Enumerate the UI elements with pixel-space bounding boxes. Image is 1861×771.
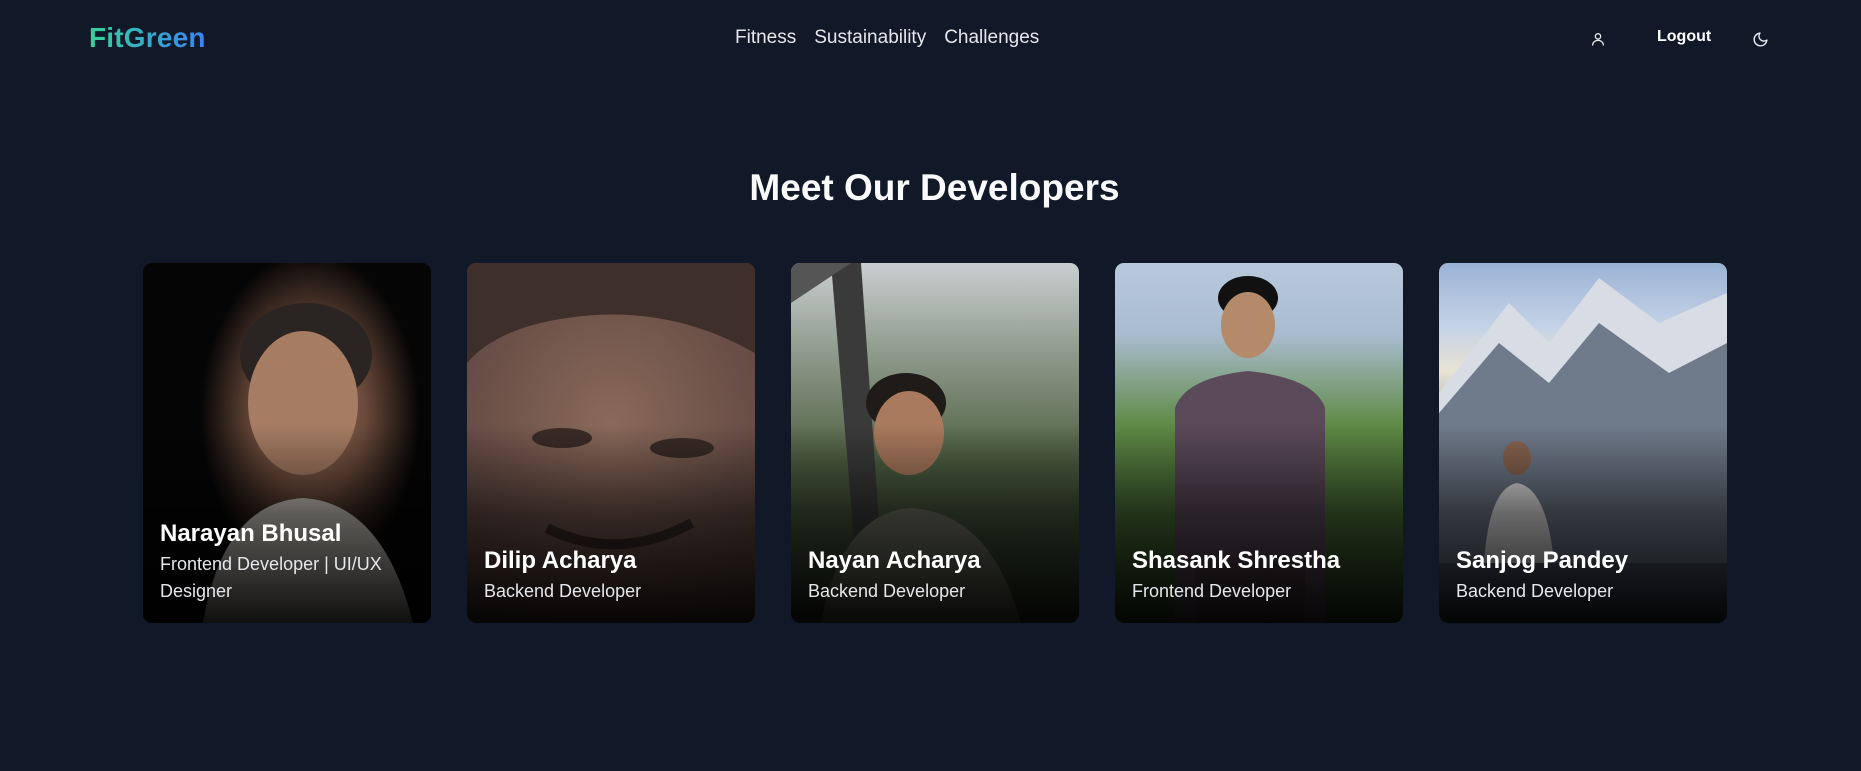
developer-info: Dilip Acharya Backend Developer — [484, 546, 741, 605]
developer-name: Shasank Shrestha — [1132, 547, 1341, 574]
developer-info: Nayan Acharya Backend Developer — [808, 546, 1065, 605]
developer-role: Backend Developer — [808, 581, 966, 601]
page: FitGreen Fitness Sustainability Challeng… — [0, 0, 1861, 771]
developer-role: Backend Developer — [1456, 581, 1614, 601]
developer-info: Sanjog Pandey Backend Developer — [1456, 546, 1713, 605]
developer-cards: Narayan Bhusal Frontend Developer | UI/U… — [143, 263, 1727, 623]
developer-card[interactable]: Sanjog Pandey Backend Developer — [1439, 263, 1727, 623]
nav-sustainability[interactable]: Sustainability — [814, 25, 926, 51]
developer-name: Sanjog Pandey — [1456, 547, 1629, 574]
developer-info: Shasank Shrestha Frontend Developer — [1132, 546, 1389, 605]
nav-fitness[interactable]: Fitness — [735, 25, 796, 51]
developer-card[interactable]: Narayan Bhusal Frontend Developer | UI/U… — [143, 263, 431, 623]
developer-name: Narayan Bhusal — [160, 520, 342, 547]
developer-role: Backend Developer — [484, 581, 642, 601]
header-actions: Logout — [1586, 22, 1771, 54]
user-icon[interactable] — [1586, 27, 1610, 51]
section-title: Meet Our Developers — [749, 167, 1120, 208]
developer-name: Nayan Acharya — [808, 547, 981, 574]
moon-icon[interactable] — [1748, 27, 1772, 51]
main-nav: Fitness Sustainability Challenges — [735, 25, 1039, 51]
developer-info: Narayan Bhusal Frontend Developer | UI/U… — [160, 519, 417, 605]
nav-challenges[interactable]: Challenges — [944, 25, 1039, 51]
developer-card[interactable]: Nayan Acharya Backend Developer — [791, 263, 1079, 623]
brand-logo[interactable]: FitGreen — [89, 20, 206, 56]
developer-role: Frontend Developer | UI/UX Designer — [160, 554, 382, 601]
navbar: FitGreen Fitness Sustainability Challeng… — [0, 0, 1861, 76]
developer-role: Frontend Developer — [1132, 581, 1292, 601]
logout-button[interactable]: Logout — [1651, 26, 1717, 48]
developer-card[interactable]: Dilip Acharya Backend Developer — [467, 263, 755, 623]
developer-card[interactable]: Shasank Shrestha Frontend Developer — [1115, 263, 1403, 623]
developer-name: Dilip Acharya — [484, 547, 637, 574]
